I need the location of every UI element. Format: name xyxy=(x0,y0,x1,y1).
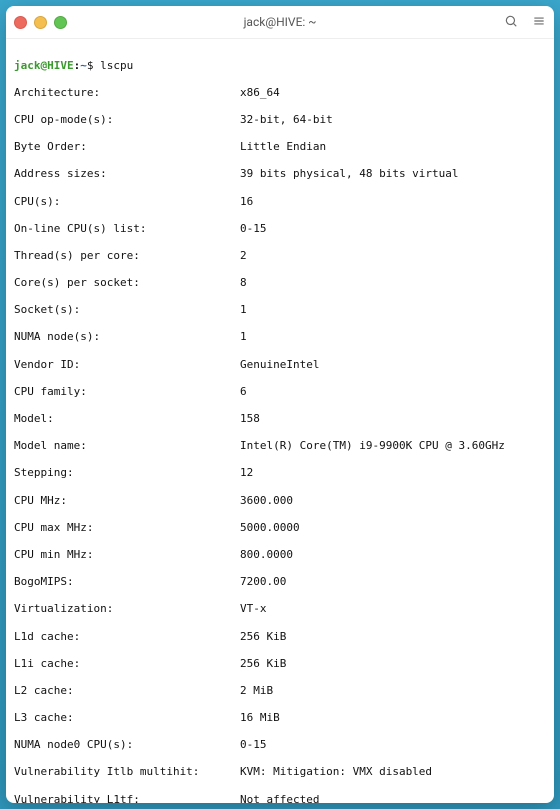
row-model-name: Model name:Intel(R) Core(TM) i9-9900K CP… xyxy=(14,439,546,453)
close-icon[interactable] xyxy=(14,16,27,29)
row-architecture: Architecture:x86_64 xyxy=(14,86,546,100)
label: Socket(s): xyxy=(14,303,240,317)
prompt-host: HIVE xyxy=(47,59,74,72)
label: CPU(s): xyxy=(14,195,240,209)
label: NUMA node0 CPU(s): xyxy=(14,738,240,752)
label: CPU op-mode(s): xyxy=(14,113,240,127)
value: 2 xyxy=(240,249,546,263)
value: 800.0000 xyxy=(240,548,546,562)
row-online-cpus: On-line CPU(s) list:0-15 xyxy=(14,222,546,236)
search-icon[interactable] xyxy=(504,13,518,32)
prompt-dollar: $ xyxy=(87,59,94,72)
value: KVM: Mitigation: VMX disabled xyxy=(240,765,546,779)
value: x86_64 xyxy=(240,86,546,100)
label: L3 cache: xyxy=(14,711,240,725)
label: L2 cache: xyxy=(14,684,240,698)
terminal-body[interactable]: jack@HIVE:~$ lscpu Architecture:x86_64 C… xyxy=(6,39,554,803)
prompt-line-1: jack@HIVE:~$ lscpu xyxy=(14,59,546,73)
row-model: Model:158 xyxy=(14,412,546,426)
label: CPU family: xyxy=(14,385,240,399)
label: On-line CPU(s) list: xyxy=(14,222,240,236)
row-cpu-max-mhz: CPU max MHz:5000.0000 xyxy=(14,521,546,535)
label: Model: xyxy=(14,412,240,426)
row-l2: L2 cache:2 MiB xyxy=(14,684,546,698)
value: VT-x xyxy=(240,602,546,616)
value: 39 bits physical, 48 bits virtual xyxy=(240,167,546,181)
value: 7200.00 xyxy=(240,575,546,589)
value: 32-bit, 64-bit xyxy=(240,113,546,127)
label: Byte Order: xyxy=(14,140,240,154)
row-numa0-cpus: NUMA node0 CPU(s):0-15 xyxy=(14,738,546,752)
row-numa-nodes: NUMA node(s):1 xyxy=(14,330,546,344)
row-virtualization: Virtualization:VT-x xyxy=(14,602,546,616)
label: L1d cache: xyxy=(14,630,240,644)
value: 16 xyxy=(240,195,546,209)
value: 1 xyxy=(240,303,546,317)
titlebar-actions xyxy=(504,13,546,32)
row-cpu-min-mhz: CPU min MHz:800.0000 xyxy=(14,548,546,562)
maximize-icon[interactable] xyxy=(54,16,67,29)
value: 8 xyxy=(240,276,546,290)
row-cpu-mhz: CPU MHz:3600.000 xyxy=(14,494,546,508)
row-sockets: Socket(s):1 xyxy=(14,303,546,317)
prompt-user: jack xyxy=(14,59,41,72)
minimize-icon[interactable] xyxy=(34,16,47,29)
prompt-cwd: ~ xyxy=(80,59,87,72)
window-title: jack@HIVE: ~ xyxy=(6,15,554,29)
terminal-window: jack@HIVE: ~ jack@HIVE:~$ lscpu Architec… xyxy=(6,6,554,803)
value: 3600.000 xyxy=(240,494,546,508)
row-l3: L3 cache:16 MiB xyxy=(14,711,546,725)
value: 6 xyxy=(240,385,546,399)
value: GenuineIntel xyxy=(240,358,546,372)
label: Virtualization: xyxy=(14,602,240,616)
value: 16 MiB xyxy=(240,711,546,725)
label: Stepping: xyxy=(14,466,240,480)
row-address-sizes: Address sizes:39 bits physical, 48 bits … xyxy=(14,167,546,181)
label: BogoMIPS: xyxy=(14,575,240,589)
label: Architecture: xyxy=(14,86,240,100)
label: NUMA node(s): xyxy=(14,330,240,344)
label: Vulnerability Itlb multihit: xyxy=(14,765,240,779)
window-controls xyxy=(14,16,67,29)
row-l1i: L1i cache:256 KiB xyxy=(14,657,546,671)
label: Vendor ID: xyxy=(14,358,240,372)
value: 0-15 xyxy=(240,738,546,752)
row-cpu-family: CPU family:6 xyxy=(14,385,546,399)
label: Model name: xyxy=(14,439,240,453)
row-bogomips: BogoMIPS:7200.00 xyxy=(14,575,546,589)
label: L1i cache: xyxy=(14,657,240,671)
value: 0-15 xyxy=(240,222,546,236)
titlebar: jack@HIVE: ~ xyxy=(6,6,554,39)
label: Thread(s) per core: xyxy=(14,249,240,263)
row-cpus: CPU(s):16 xyxy=(14,195,546,209)
row-vuln-itlb: Vulnerability Itlb multihit:KVM: Mitigat… xyxy=(14,765,546,779)
row-stepping: Stepping:12 xyxy=(14,466,546,480)
value: Not affected xyxy=(240,793,546,803)
value: 12 xyxy=(240,466,546,480)
label: Core(s) per socket: xyxy=(14,276,240,290)
row-l1d: L1d cache:256 KiB xyxy=(14,630,546,644)
label: CPU max MHz: xyxy=(14,521,240,535)
row-vendor-id: Vendor ID:GenuineIntel xyxy=(14,358,546,372)
row-byte-order: Byte Order:Little Endian xyxy=(14,140,546,154)
value: Intel(R) Core(TM) i9-9900K CPU @ 3.60GHz xyxy=(240,439,546,453)
label: CPU MHz: xyxy=(14,494,240,508)
value: 256 KiB xyxy=(240,657,546,671)
row-cores-per-socket: Core(s) per socket:8 xyxy=(14,276,546,290)
row-threads-per-core: Thread(s) per core:2 xyxy=(14,249,546,263)
label: Address sizes: xyxy=(14,167,240,181)
value: 2 MiB xyxy=(240,684,546,698)
label: CPU min MHz: xyxy=(14,548,240,562)
value: 5000.0000 xyxy=(240,521,546,535)
value: Little Endian xyxy=(240,140,546,154)
command-1: lscpu xyxy=(100,59,133,72)
value: 1 xyxy=(240,330,546,344)
value: 256 KiB xyxy=(240,630,546,644)
row-vuln-l1tf: Vulnerability L1tf:Not affected xyxy=(14,793,546,803)
value: 158 xyxy=(240,412,546,426)
label: Vulnerability L1tf: xyxy=(14,793,240,803)
row-op-mode: CPU op-mode(s):32-bit, 64-bit xyxy=(14,113,546,127)
menu-icon[interactable] xyxy=(532,13,546,32)
